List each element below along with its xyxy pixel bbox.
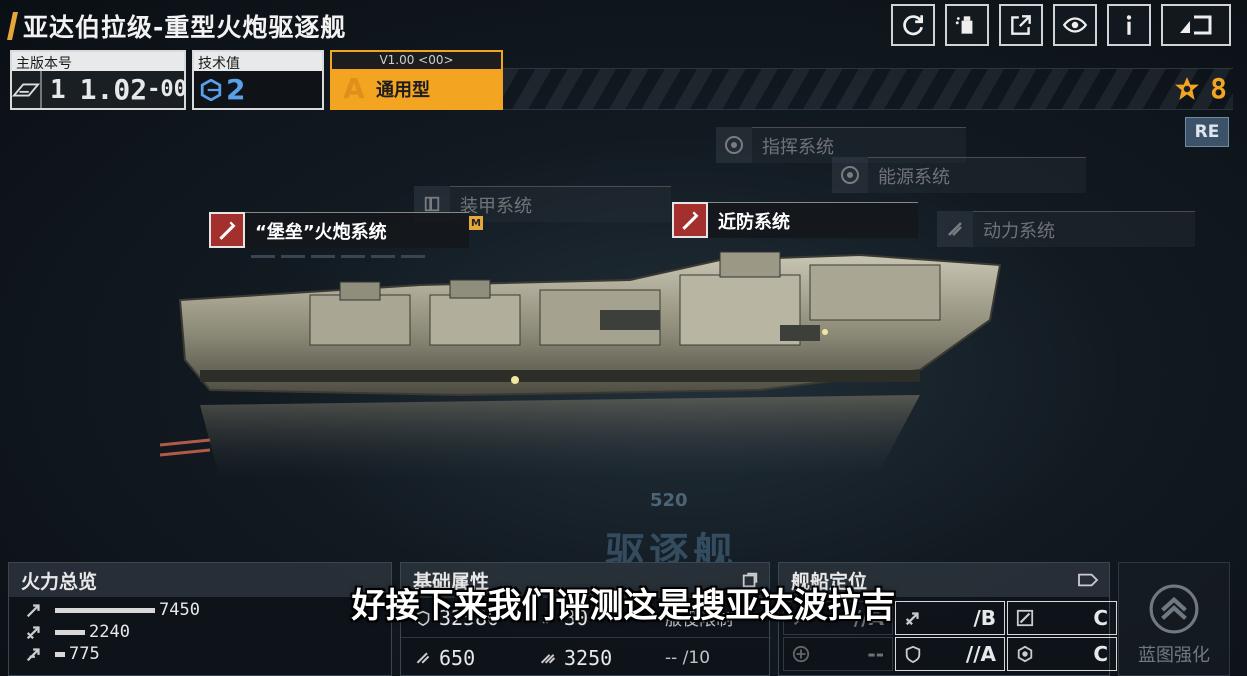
speed-value: 650 <box>439 645 476 670</box>
info-button[interactable] <box>1107 4 1151 46</box>
share-icon <box>1011 15 1031 35</box>
version-minor-number: 1.02 <box>79 73 148 106</box>
command-system-icon <box>716 127 752 163</box>
refresh-icon <box>903 15 924 36</box>
energy-system-icon <box>832 157 868 193</box>
speed-icon <box>416 651 430 664</box>
re-badge[interactable]: RE <box>1185 117 1229 147</box>
view-icon <box>1062 17 1088 33</box>
tech-label: 技术值 <box>194 52 322 72</box>
point-defense-icon <box>672 202 708 238</box>
ship-model <box>160 251 1002 480</box>
type-name: 通用型 <box>376 79 430 101</box>
type-version-tag: V1.00 <00> <box>332 52 501 69</box>
support-role-icon <box>792 645 810 663</box>
system-propulsion[interactable]: 动力系统 <box>937 211 1195 247</box>
hull-number: 520 <box>650 490 688 511</box>
exit-button[interactable] <box>1161 4 1231 46</box>
share-button[interactable] <box>999 4 1043 46</box>
role-cell-support: -- <box>783 637 893 671</box>
ship-type-box[interactable]: V1.00 <00> A 通用型 <box>330 50 503 110</box>
top-toolbar <box>891 4 1231 46</box>
header-stripe-band <box>503 68 1233 110</box>
tech-value-row: 2 <box>194 71 322 108</box>
paint-button[interactable] <box>945 4 989 46</box>
firepower-row: 775 <box>9 643 391 665</box>
system-fortress-gun-label: “堡垒”火炮系统 <box>245 212 469 248</box>
role-grade: //A <box>965 642 996 666</box>
role-cell-defense: //A <box>895 637 1005 671</box>
system-energy-label: 能源系统 <box>868 157 1086 193</box>
tech-hex-icon <box>200 78 222 101</box>
range-value: 3250 <box>564 645 613 670</box>
service-limit-value: -- /10 <box>651 637 771 676</box>
ship-title-bar: 亚达伯拉级-重型火炮驱逐舰 <box>7 8 347 44</box>
role-grade: C <box>1093 642 1108 666</box>
video-subtitle: 好接下来我们评测这是搜亚达波拉吉 <box>351 586 896 626</box>
version-minor: 1.02 -00 <box>74 73 187 106</box>
defense-role-icon <box>905 645 921 663</box>
role-cell-antiair: C <box>1007 637 1117 671</box>
speed-stat: 650 <box>401 637 526 676</box>
firepower-bar-antiair <box>55 629 85 635</box>
blueprint-enhance-label: 蓝图强化 <box>1138 645 1210 666</box>
title-accent <box>7 12 18 40</box>
type-grade: A <box>343 72 365 105</box>
system-point-defense[interactable]: 近防系统 <box>672 202 918 238</box>
role-grade: -- <box>867 642 884 666</box>
system-energy[interactable]: 能源系统 <box>832 157 1086 193</box>
tech-box: 技术值 2 <box>192 50 324 110</box>
gun-slot-indicator <box>251 255 425 258</box>
info-icon <box>1126 15 1132 35</box>
version-label: 主版本号 <box>12 52 184 72</box>
range-stat: 3250 <box>526 637 651 676</box>
paint-spray-icon <box>955 16 973 34</box>
version-suffix: -00 <box>147 77 187 102</box>
ship-title: 亚达伯拉级-重型火炮驱逐舰 <box>23 13 347 42</box>
system-point-defense-label: 近防系统 <box>708 202 918 238</box>
system-propulsion-label: 动力系统 <box>973 211 1195 247</box>
firepower-value-siege: 775 <box>69 644 100 664</box>
version-main: 1 <box>40 71 74 108</box>
medal-counter: 8 <box>1174 72 1227 105</box>
medal-icon <box>1175 76 1200 100</box>
system-fortress-gun[interactable]: “堡垒”火炮系统 M <box>209 212 489 248</box>
siege-icon <box>26 648 40 662</box>
warp-icon <box>540 653 556 664</box>
propulsion-system-icon <box>937 211 973 247</box>
medal-count: 8 <box>1210 72 1227 105</box>
version-box: 主版本号 1 1.02 -00 <box>10 50 187 110</box>
gun-system-icon <box>209 212 245 248</box>
module-tag: M <box>469 216 483 230</box>
view-button[interactable] <box>1053 4 1097 46</box>
exit-icon <box>1180 15 1212 35</box>
tech-value: 2 <box>226 73 246 106</box>
antiair-role-icon <box>1017 645 1033 663</box>
refresh-button[interactable] <box>891 4 935 46</box>
firepower-bar-siege <box>55 651 65 657</box>
faction-logo-icon <box>12 71 40 108</box>
